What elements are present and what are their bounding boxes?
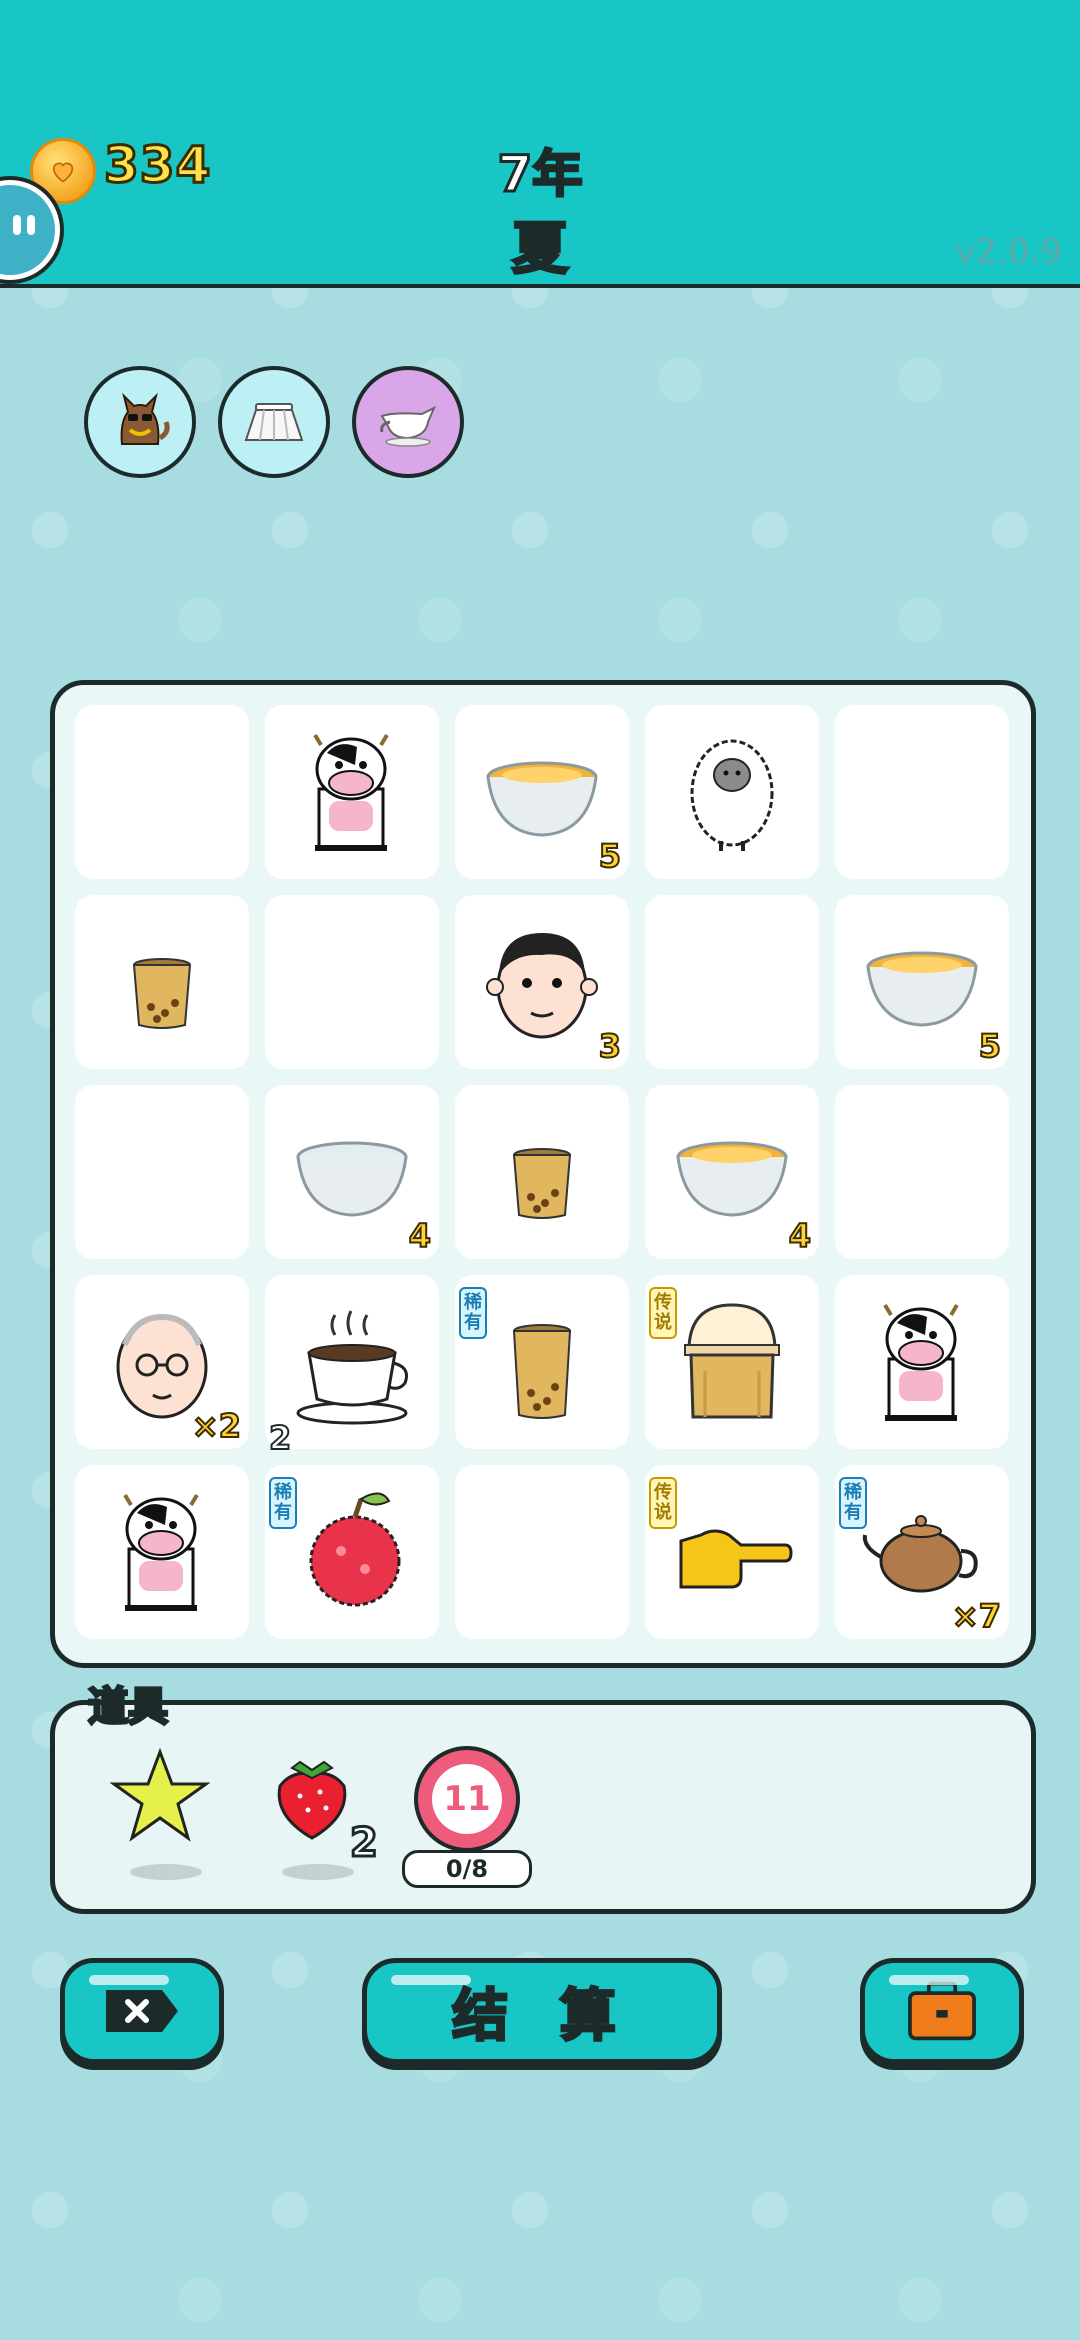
target-progress: 0/8 [402, 1850, 532, 1888]
board-cell[interactable]: 5 [835, 895, 1009, 1069]
board-cell[interactable] [75, 895, 249, 1069]
board-cell[interactable] [645, 705, 819, 879]
sheep-icon [690, 739, 774, 851]
cell-multiplier: ×7 [951, 1596, 1002, 1636]
version-label: v2.0.9 [955, 232, 1062, 272]
board-cell-empty[interactable] [455, 1465, 629, 1639]
star-icon [109, 1747, 211, 1842]
game-board: 5 3 5 4 4 ×2 2 稀有 传说 稀有 传说 稀有 ×7 [50, 680, 1036, 1668]
board-cell[interactable] [265, 705, 439, 879]
items-title: 道具 [87, 1683, 170, 1732]
bag-button[interactable] [860, 1958, 1024, 2064]
cow-icon [313, 733, 389, 851]
cat-with-sunglasses-icon[interactable] [84, 366, 196, 478]
white-skirt-icon[interactable] [218, 366, 330, 478]
cell-left-count: 2 [268, 1418, 292, 1458]
cow-icon [883, 1303, 959, 1421]
board-cell[interactable]: 传说 [645, 1465, 819, 1639]
cell-multiplier: ×2 [191, 1406, 242, 1446]
board-cell[interactable]: 5 [455, 705, 629, 879]
cow-icon [123, 1493, 199, 1611]
rarity-tag: 稀有 [459, 1287, 487, 1339]
settle-label: 结 算 [451, 1982, 632, 2050]
board-cell-empty[interactable] [835, 1085, 1009, 1259]
board-cell[interactable] [455, 1085, 629, 1259]
strawberry-icon [277, 1760, 347, 1840]
cell-count: 4 [788, 1216, 812, 1256]
rarity-tag: 稀有 [269, 1477, 297, 1529]
close-tag-icon [106, 1990, 178, 2032]
close-button[interactable] [60, 1958, 224, 2064]
item-shadow [130, 1864, 202, 1880]
rarity-tag: 传说 [649, 1287, 677, 1339]
settle-button[interactable]: 结 算 [362, 1958, 722, 2064]
board-cell[interactable]: 稀有 [455, 1275, 629, 1449]
board-cell[interactable] [75, 1465, 249, 1639]
cell-count: 5 [598, 836, 622, 876]
item-shadow [282, 1864, 354, 1880]
board-cell-empty[interactable] [75, 1085, 249, 1259]
year-label: 7年 [496, 144, 584, 205]
board-cell[interactable]: 4 [265, 1085, 439, 1259]
board-cell[interactable]: ×2 [75, 1275, 249, 1449]
target-inner: 11 [432, 1764, 502, 1834]
cell-count: 3 [598, 1026, 622, 1066]
board-cell[interactable] [835, 1275, 1009, 1449]
cell-count: 4 [408, 1216, 432, 1256]
board-cell-empty[interactable] [835, 705, 1009, 879]
target-icon[interactable]: 11 [414, 1746, 520, 1852]
board-cell[interactable]: 稀有 ×7 [835, 1465, 1009, 1639]
top-header: 334 7年 夏 v2.0.9 [0, 0, 1080, 288]
rarity-tag: 传说 [649, 1477, 677, 1529]
briefcase-icon [908, 1981, 976, 2041]
board-cell-empty[interactable] [75, 705, 249, 879]
milk-jug-icon[interactable] [352, 366, 464, 478]
board-cell-empty[interactable] [265, 895, 439, 1069]
board-cell[interactable]: 3 [455, 895, 629, 1069]
board-cell[interactable]: 2 [265, 1275, 439, 1458]
milk-tea-cup-icon [512, 1148, 572, 1219]
season-label: 夏 [511, 216, 570, 284]
rarity-tag: 稀有 [839, 1477, 867, 1529]
target-value: 11 [443, 1779, 491, 1819]
strawberry-count: 2 [349, 1819, 380, 1868]
board-cell[interactable]: 4 [645, 1085, 819, 1259]
board-cell[interactable]: 稀有 [265, 1465, 439, 1639]
cell-count: 5 [978, 1026, 1002, 1066]
board-cell[interactable]: 传说 [645, 1275, 819, 1449]
board-cell-empty[interactable] [645, 895, 819, 1069]
milk-tea-cup-icon [132, 958, 192, 1029]
item-star[interactable] [109, 1746, 230, 1886]
